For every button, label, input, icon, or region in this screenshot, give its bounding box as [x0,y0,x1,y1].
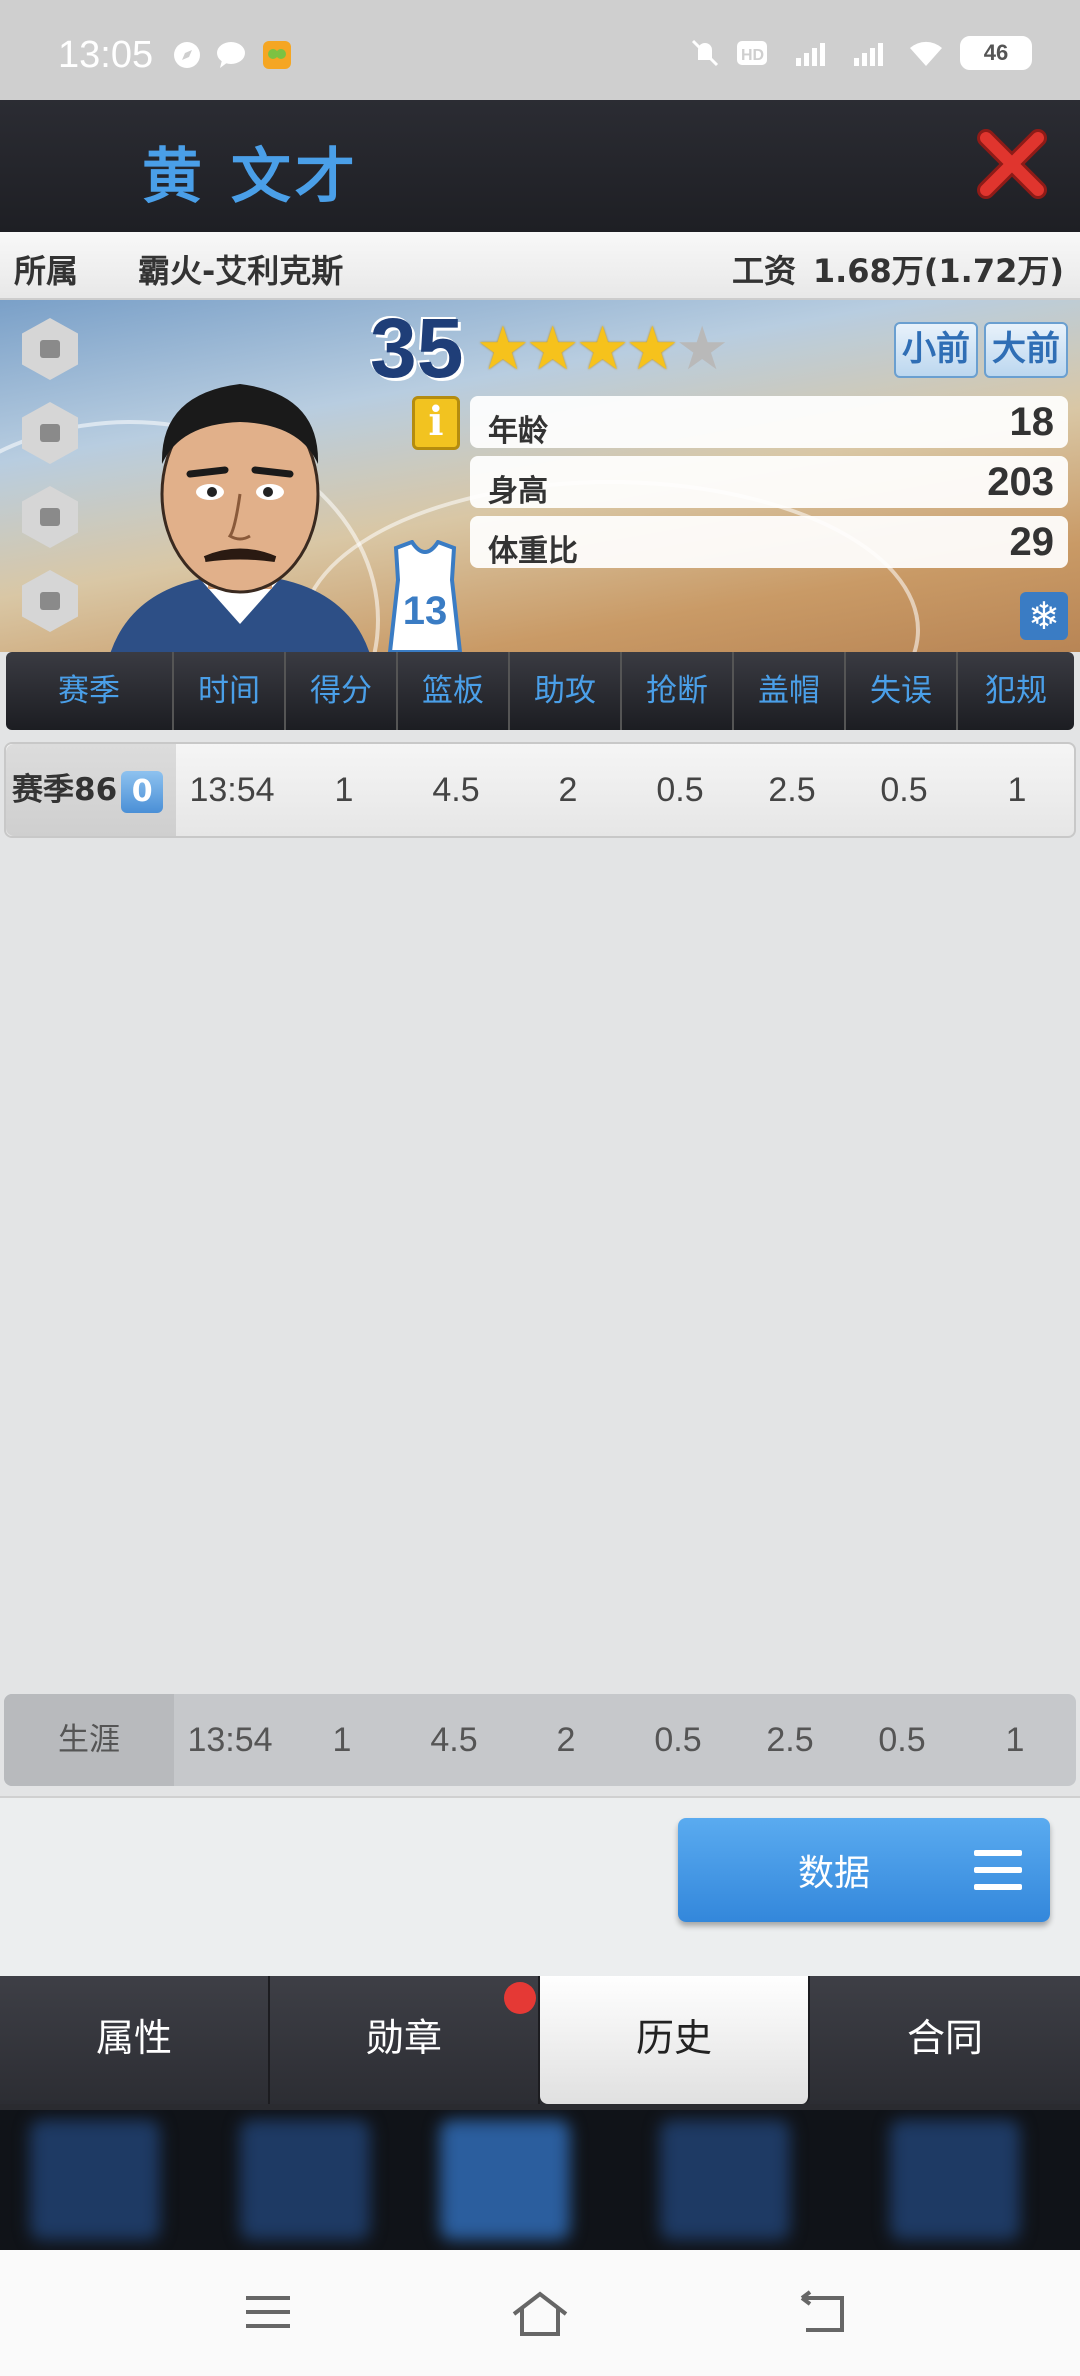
attribute-value: 203 [987,460,1054,504]
season-badge: 0 [121,770,164,813]
compass-icon [174,42,200,68]
snowflake-icon[interactable]: ❄ [1020,592,1068,640]
career-turnovers: 0.5 [878,1721,926,1759]
team-name: 霸火-艾利克斯 [138,252,344,290]
back-button[interactable] [796,2290,850,2336]
home-button[interactable] [510,2290,570,2338]
career-steals: 0.5 [654,1721,702,1759]
attribute-label: 体重比 [488,534,578,569]
status-bar: 13:05 HD 46 [0,0,1080,100]
career-rebounds: 4.5 [430,1721,478,1759]
player-card: 35 ★★★★★ 小前 大前 i 年龄 18 身高 203 体重比 29 13 … [0,300,1080,652]
svg-text:HD: HD [741,47,764,64]
close-button[interactable] [972,124,1052,204]
table-row[interactable]: 赛季86 0 13:54 1 4.5 2 0.5 2.5 0.5 1 [4,742,1076,838]
background-game-nav [0,2110,1080,2250]
player-rating: 35 [370,301,464,395]
player-avatar [110,384,370,652]
stat-rebounds: 4.5 [432,771,480,809]
back-icon [800,2290,844,2332]
data-button[interactable]: 数据 [678,1818,1050,1922]
attribute-value: 18 [1009,400,1055,444]
stat-fouls: 1 [1007,771,1027,809]
season-label: 赛季86 [12,772,118,808]
header-points[interactable]: 得分 [286,652,398,730]
career-points: 1 [332,1721,352,1759]
career-label: 生涯 [4,1694,174,1786]
star-empty-icon: ★ [675,314,729,384]
stat-assists: 2 [558,771,578,809]
star-icon: ★ [625,314,679,384]
mute-icon [691,39,719,67]
info-button[interactable]: i [412,396,460,450]
star-rating: ★★★★★ [476,314,729,384]
attribute-value: 29 [1009,520,1055,564]
career-assists: 2 [556,1721,576,1759]
header-turnovers[interactable]: 失误 [846,652,958,730]
tab-contract[interactable]: 合同 [810,1976,1080,2104]
title-bar: 黄 文才 [0,100,1080,232]
position-badge-pf[interactable]: 大前 [984,322,1068,378]
star-icon: ★ [575,314,630,384]
app-notification-icon [263,41,291,69]
header-season[interactable]: 赛季 [6,652,174,730]
header-rebounds[interactable]: 篮板 [398,652,510,730]
career-fouls: 1 [1005,1721,1025,1759]
battery-indicator: 46 [960,36,1032,70]
salary-label: 工资 [732,252,797,290]
signal-4g-icon [796,43,825,66]
action-panel: 数据 [0,1796,1080,1976]
team-label: 所属 [14,252,79,290]
season-cell: 赛季86 0 [6,744,176,836]
signal-5g-icon [854,43,883,66]
wifi-icon [910,41,942,66]
tab-history[interactable]: 历史 [540,1976,810,2104]
career-time: 13:54 [187,1721,273,1759]
status-time: 13:05 [58,34,154,76]
tab-bar: 属性 勋章 历史 合同 [0,1976,1080,2110]
status-indicators: HD 46 [690,36,1032,70]
home-icon [512,2291,568,2336]
team-info-bar: 所属 霸火-艾利克斯 工资 1.68万(1.72万) [0,232,1080,300]
attribute-row-age: 年龄 18 [470,396,1068,449]
jersey-icon: 13 [387,540,463,652]
stat-blocks: 2.5 [768,771,816,809]
position-badge-sf[interactable]: 小前 [894,322,978,378]
menu-icon [974,1850,1022,1890]
jersey-number: 13 [403,589,448,633]
locked-slot[interactable] [22,318,78,380]
salary-value: 1.68万(1.72万) [812,252,1064,290]
recent-apps-icon [246,2296,290,2328]
career-blocks: 2.5 [766,1721,814,1759]
attribute-row-weight-ratio: 体重比 29 [470,516,1068,569]
header-time[interactable]: 时间 [174,652,286,730]
stats-table-header: 赛季 时间 得分 篮板 助攻 抢断 盖帽 失误 犯规 [6,652,1074,730]
menu-nav-button[interactable] [244,2290,292,2334]
header-fouls[interactable]: 犯规 [958,652,1074,730]
star-icon: ★ [525,314,580,384]
attribute-label: 身高 [488,474,548,509]
tab-attributes[interactable]: 属性 [0,1976,270,2104]
notification-dot [504,1982,536,2014]
header-assists[interactable]: 助攻 [510,652,622,730]
system-navigation-bar [0,2250,1080,2376]
stat-time: 13:54 [189,771,275,809]
star-icon: ★ [476,314,530,384]
stat-turnovers: 0.5 [880,771,928,809]
tab-medals[interactable]: 勋章 [270,1976,540,2104]
close-icon [977,129,1047,199]
career-row: 生涯 13:54 1 4.5 2 0.5 2.5 0.5 1 [4,1694,1076,1786]
header-blocks[interactable]: 盖帽 [734,652,846,730]
stat-points: 1 [334,771,354,809]
header-steals[interactable]: 抢断 [622,652,734,730]
stat-steals: 0.5 [656,771,704,809]
message-icon [217,42,245,68]
hd-icon: HD [737,41,767,65]
info-icon: i [428,398,444,445]
data-button-label: 数据 [798,1853,871,1894]
attribute-row-height: 身高 203 [470,456,1068,509]
attribute-label: 年龄 [488,414,548,449]
player-name: 黄 文才 [142,142,359,212]
